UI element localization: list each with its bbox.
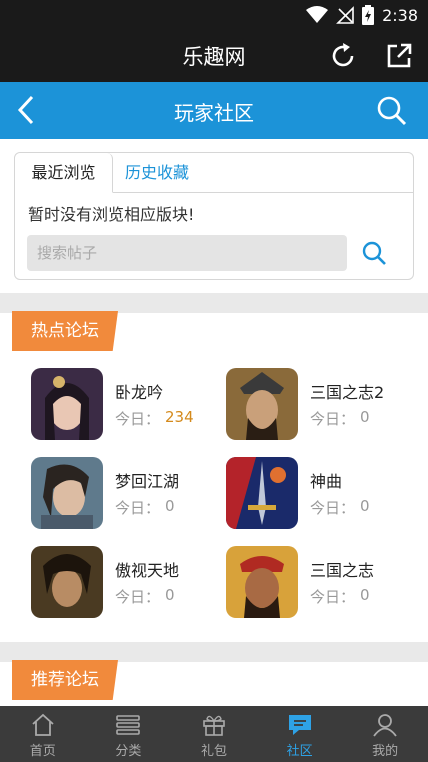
nav-community[interactable]: 社区 xyxy=(257,706,343,762)
forum-name: 三国之志2 xyxy=(310,383,385,402)
browse-panel: 最近浏览 历史收藏 暂时没有浏览相应版块! xyxy=(14,152,414,280)
browse-section: 最近浏览 历史收藏 暂时没有浏览相应版块! xyxy=(0,139,428,293)
today-label: 今日： xyxy=(310,499,356,517)
forum-name: 三国之志 xyxy=(310,561,375,580)
forum-item[interactable]: 神曲 今日： 0 xyxy=(226,457,416,529)
status-bar: 2:38 xyxy=(0,0,428,30)
empty-message: 暂时没有浏览相应版块! xyxy=(28,205,195,224)
no-signal-icon xyxy=(336,6,354,24)
nav-profile[interactable]: 我的 xyxy=(342,706,428,762)
forum-item[interactable]: 卧龙吟 今日： 234 xyxy=(31,368,221,440)
gift-icon xyxy=(203,715,225,736)
forum-item[interactable]: 三国之志2 今日： 0 xyxy=(226,368,416,440)
chat-icon xyxy=(288,715,311,735)
forum-item[interactable]: 梦回江湖 今日： 0 xyxy=(31,457,221,529)
forum-thumbnail xyxy=(226,368,298,440)
search-icon[interactable] xyxy=(376,95,408,127)
recommended-forums-title: 推荐论坛 xyxy=(12,660,118,700)
today-count: 0 xyxy=(360,408,370,426)
post-search-input[interactable] xyxy=(27,235,347,271)
forum-name: 梦回江湖 xyxy=(115,472,180,491)
forum-name: 神曲 xyxy=(310,472,343,491)
forum-name: 卧龙吟 xyxy=(115,383,164,402)
home-icon xyxy=(32,713,54,736)
today-label: 今日： xyxy=(115,588,161,606)
refresh-icon[interactable] xyxy=(328,41,358,71)
user-icon xyxy=(373,714,397,737)
nav-label: 社区 xyxy=(286,744,313,759)
nav-label: 礼包 xyxy=(200,744,227,759)
forum-thumbnail xyxy=(31,368,103,440)
wifi-icon xyxy=(306,6,329,23)
bottom-nav: 首页 分类 礼包 社区 我的 xyxy=(0,706,428,762)
today-count: 234 xyxy=(165,408,194,426)
forum-thumbnail xyxy=(226,457,298,529)
forum-thumbnail xyxy=(226,546,298,618)
hot-forums-section: 热点论坛 卧龙吟 今日： 234 三国之志2 今日： 0 梦回江湖 今日： 0 … xyxy=(0,311,428,642)
clock-time: 2:38 xyxy=(382,5,418,25)
nav-label: 分类 xyxy=(115,744,142,759)
app-bar: 乐趣网 xyxy=(0,30,428,82)
forum-item[interactable]: 三国之志 今日： 0 xyxy=(226,546,416,618)
nav-gift[interactable]: 礼包 xyxy=(171,706,257,762)
today-label: 今日： xyxy=(115,499,161,517)
nav-home[interactable]: 首页 xyxy=(0,706,86,762)
nav-label: 首页 xyxy=(29,744,56,759)
today-label: 今日： xyxy=(115,410,161,428)
today-count: 0 xyxy=(165,497,175,515)
today-count: 0 xyxy=(360,586,370,604)
battery-charging-icon xyxy=(362,5,375,25)
today-count: 0 xyxy=(360,497,370,515)
page-title: 玩家社区 xyxy=(174,101,254,125)
today-count: 0 xyxy=(165,586,175,604)
forum-thumbnail xyxy=(31,457,103,529)
today-label: 今日： xyxy=(310,410,356,428)
search-button-icon[interactable] xyxy=(361,240,387,266)
today-label: 今日： xyxy=(310,588,356,606)
forum-item[interactable]: 傲视天地 今日： 0 xyxy=(31,546,221,618)
forum-name: 傲视天地 xyxy=(115,561,180,580)
app-title: 乐趣网 xyxy=(182,45,246,69)
list-icon xyxy=(116,715,141,735)
nav-category[interactable]: 分类 xyxy=(86,706,172,762)
page-header: 玩家社区 xyxy=(0,82,428,139)
share-icon[interactable] xyxy=(384,41,414,71)
tab-recent-browse[interactable]: 最近浏览 xyxy=(15,153,113,193)
forum-thumbnail xyxy=(31,546,103,618)
tab-history-favorites[interactable]: 历史收藏 xyxy=(125,153,189,193)
recommended-forums-section: 推荐论坛 xyxy=(0,660,428,712)
nav-label: 我的 xyxy=(372,744,399,759)
hot-forums-title: 热点论坛 xyxy=(12,311,118,351)
